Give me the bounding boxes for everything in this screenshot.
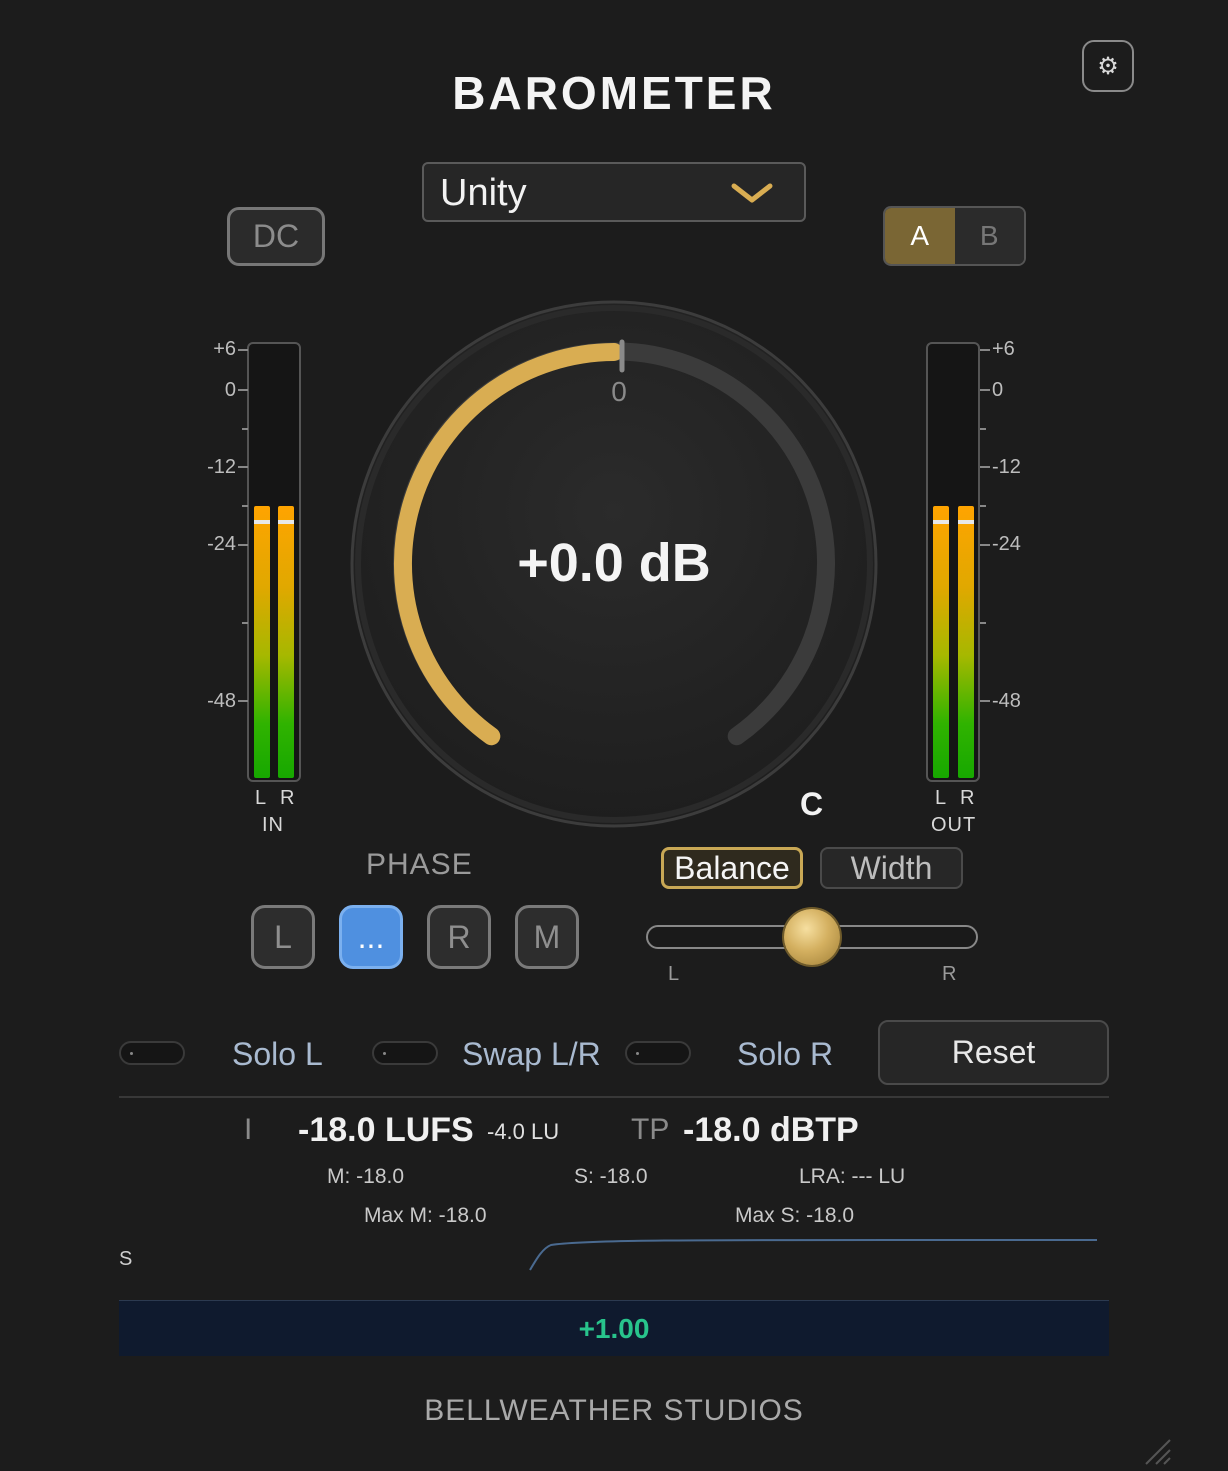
reset-button[interactable]: Reset xyxy=(878,1020,1109,1085)
integrated-loudness: -18.0 LUFS xyxy=(298,1111,474,1149)
gear-icon: ⚙ xyxy=(1097,52,1119,80)
input-meter-bar-right xyxy=(278,506,294,778)
phase-left-button[interactable]: L xyxy=(251,905,315,969)
scale-label: +6 xyxy=(992,338,1015,360)
preset-dropdown[interactable]: Unity xyxy=(422,162,806,222)
relative-loudness: -4.0 LU xyxy=(487,1119,560,1144)
knob-zero-label: 0 xyxy=(611,376,627,407)
output-right-label: R xyxy=(960,787,976,809)
scale-label: 0 xyxy=(224,379,236,401)
swap-lr-label: Swap L/R xyxy=(462,1036,601,1072)
scale-label: -12 xyxy=(992,456,1021,478)
output-meter-label: OUT xyxy=(931,814,977,836)
gain-readout: +0.0 dB xyxy=(517,533,711,593)
scale-label: -24 xyxy=(992,533,1021,555)
solo-right-label: Solo R xyxy=(737,1036,834,1072)
a-button[interactable]: A xyxy=(885,208,955,264)
input-meter-bar-left xyxy=(254,506,270,778)
integrated-prefix: I xyxy=(244,1113,253,1146)
phase-right-button[interactable]: R xyxy=(427,905,491,969)
resize-handle-icon[interactable] xyxy=(1142,1436,1174,1468)
app-title: BAROMETER xyxy=(452,67,776,119)
brand-name: BELLWEATHER STUDIOS xyxy=(424,1394,804,1427)
solo-left-label: Solo L xyxy=(232,1036,323,1072)
scale-label: -48 xyxy=(207,690,236,712)
dc-button[interactable]: DC xyxy=(227,207,325,266)
correlation-value: +1.00 xyxy=(578,1313,650,1344)
output-meter-bar-left xyxy=(933,506,949,778)
loudness-history-line xyxy=(529,1238,1098,1271)
short-term-loudness: S: -18.0 xyxy=(574,1165,648,1188)
scale-label: -24 xyxy=(207,533,236,555)
loudness-range: LRA: --- LU xyxy=(799,1165,906,1188)
phase-normal-button[interactable]: ... xyxy=(339,905,403,969)
tab-width[interactable]: Width xyxy=(820,847,963,889)
true-peak-value: -18.0 dBTP xyxy=(683,1111,859,1149)
output-meter-ticks xyxy=(980,349,990,702)
balance-value-label: C xyxy=(800,786,824,822)
output-meter-bar-right xyxy=(958,506,974,778)
slider-right-label: R xyxy=(942,963,957,985)
preset-value: Unity xyxy=(440,172,527,214)
tab-balance[interactable]: Balance xyxy=(661,847,803,889)
chevron-down-icon xyxy=(731,183,773,203)
scale-label: -48 xyxy=(992,690,1021,712)
input-meter-label: IN xyxy=(262,814,284,836)
settings-button[interactable]: ⚙ xyxy=(1082,40,1134,92)
balance-slider-handle[interactable] xyxy=(784,909,840,965)
input-left-label: L xyxy=(255,787,268,809)
output-left-label: L xyxy=(935,787,948,809)
true-peak-prefix: TP xyxy=(631,1113,670,1146)
slider-left-label: L xyxy=(668,963,680,985)
solo-left-toggle[interactable] xyxy=(119,1041,185,1065)
phase-title: PHASE xyxy=(366,848,473,881)
scale-label: 0 xyxy=(992,379,1004,401)
solo-right-toggle[interactable] xyxy=(625,1041,691,1065)
max-short-term: Max S: -18.0 xyxy=(735,1204,855,1227)
phase-mono-button[interactable]: M xyxy=(515,905,579,969)
swap-lr-toggle[interactable] xyxy=(372,1041,438,1065)
max-momentary: Max M: -18.0 xyxy=(364,1204,487,1227)
momentary-loudness: M: -18.0 xyxy=(327,1165,405,1188)
scale-label: +6 xyxy=(213,338,236,360)
input-right-label: R xyxy=(280,787,296,809)
divider xyxy=(119,1096,1109,1098)
scale-label: -12 xyxy=(207,456,236,478)
ab-switch: A B xyxy=(883,206,1026,266)
input-meter-ticks xyxy=(238,349,248,702)
b-button[interactable]: B xyxy=(954,208,1024,264)
